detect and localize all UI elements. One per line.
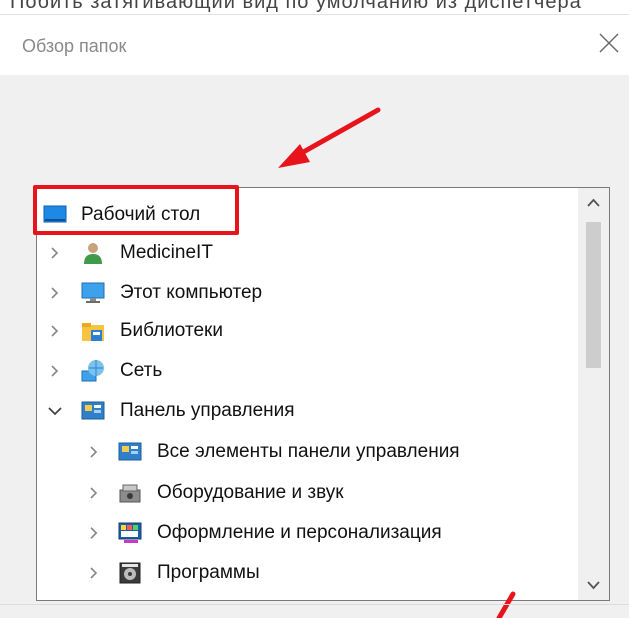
scroll-down-button[interactable]	[578, 570, 609, 600]
chevron-right-icon[interactable]	[46, 322, 64, 340]
chevron-down-icon[interactable]	[46, 402, 64, 420]
tree-item-label: Все элементы панели управления	[157, 441, 460, 462]
chevron-right-icon[interactable]	[46, 284, 64, 302]
annotation-highlight-box	[33, 185, 239, 235]
user-icon	[81, 241, 105, 265]
tree-item-personalization[interactable]: Оформление и персонализация	[37, 514, 577, 552]
close-icon	[599, 33, 619, 53]
tree-item-label: Программы	[157, 562, 260, 583]
dialog-title: Обзор папок	[22, 36, 127, 56]
chevron-right-icon[interactable]	[46, 244, 64, 262]
personalization-icon	[118, 521, 142, 545]
computer-icon	[81, 281, 105, 305]
tree-item-user[interactable]: MedicineIT	[37, 234, 577, 272]
chevron-right-icon[interactable]	[85, 443, 103, 461]
scrollbar-thumb[interactable]	[586, 222, 601, 368]
chevron-right-icon[interactable]	[85, 564, 103, 582]
tree-item-label: Оформление и персонализация	[157, 522, 442, 543]
control-panel-icon	[81, 399, 105, 423]
chevron-right-icon[interactable]	[85, 524, 103, 542]
close-button[interactable]	[594, 28, 624, 58]
background-window-strip: Побить затягивающий вид по умолчанию из …	[0, 0, 629, 15]
tree-item-label: MedicineIT	[120, 242, 213, 263]
chevron-right-icon[interactable]	[85, 484, 103, 502]
control-panel-icon	[118, 440, 142, 464]
tree-item-label: Сеть	[120, 360, 163, 381]
chevron-up-icon	[587, 198, 600, 207]
tree-item-label: Оборудование и звук	[157, 482, 344, 503]
tree-item-all-control-panel-items[interactable]: Все элементы панели управления	[37, 433, 577, 471]
dialog-titlebar: Обзор папок	[0, 15, 629, 75]
tree-item-hardware-sound[interactable]: Оборудование и звук	[37, 474, 577, 512]
chevron-right-icon[interactable]	[46, 362, 64, 380]
tree-item-libraries[interactable]: Библиотеки	[37, 312, 577, 350]
libraries-icon	[81, 319, 105, 343]
chevron-down-icon	[587, 581, 600, 590]
folder-tree[interactable]: Рабочий стол MedicineIT Этот компьютер Б…	[36, 187, 610, 601]
tree-item-control-panel[interactable]: Панель управления	[37, 392, 577, 430]
tree-item-network[interactable]: Сеть	[37, 352, 577, 390]
background-text: Побить затягивающий вид по умолчанию из …	[10, 0, 582, 13]
scroll-up-button[interactable]	[578, 188, 609, 218]
tree-item-this-pc[interactable]: Этот компьютер	[37, 274, 577, 312]
annotation-arrow-icon	[278, 107, 381, 168]
vertical-scrollbar[interactable]	[578, 188, 609, 600]
network-icon	[81, 359, 105, 383]
tree-item-label: Панель управления	[120, 400, 295, 421]
divider	[0, 604, 629, 605]
tree-item-programs[interactable]: Программы	[37, 554, 577, 592]
tree-item-label: Этот компьютер	[120, 282, 263, 303]
programs-icon	[118, 561, 142, 585]
hardware-sound-icon	[118, 481, 142, 505]
tree-item-label: Библиотеки	[120, 320, 223, 341]
